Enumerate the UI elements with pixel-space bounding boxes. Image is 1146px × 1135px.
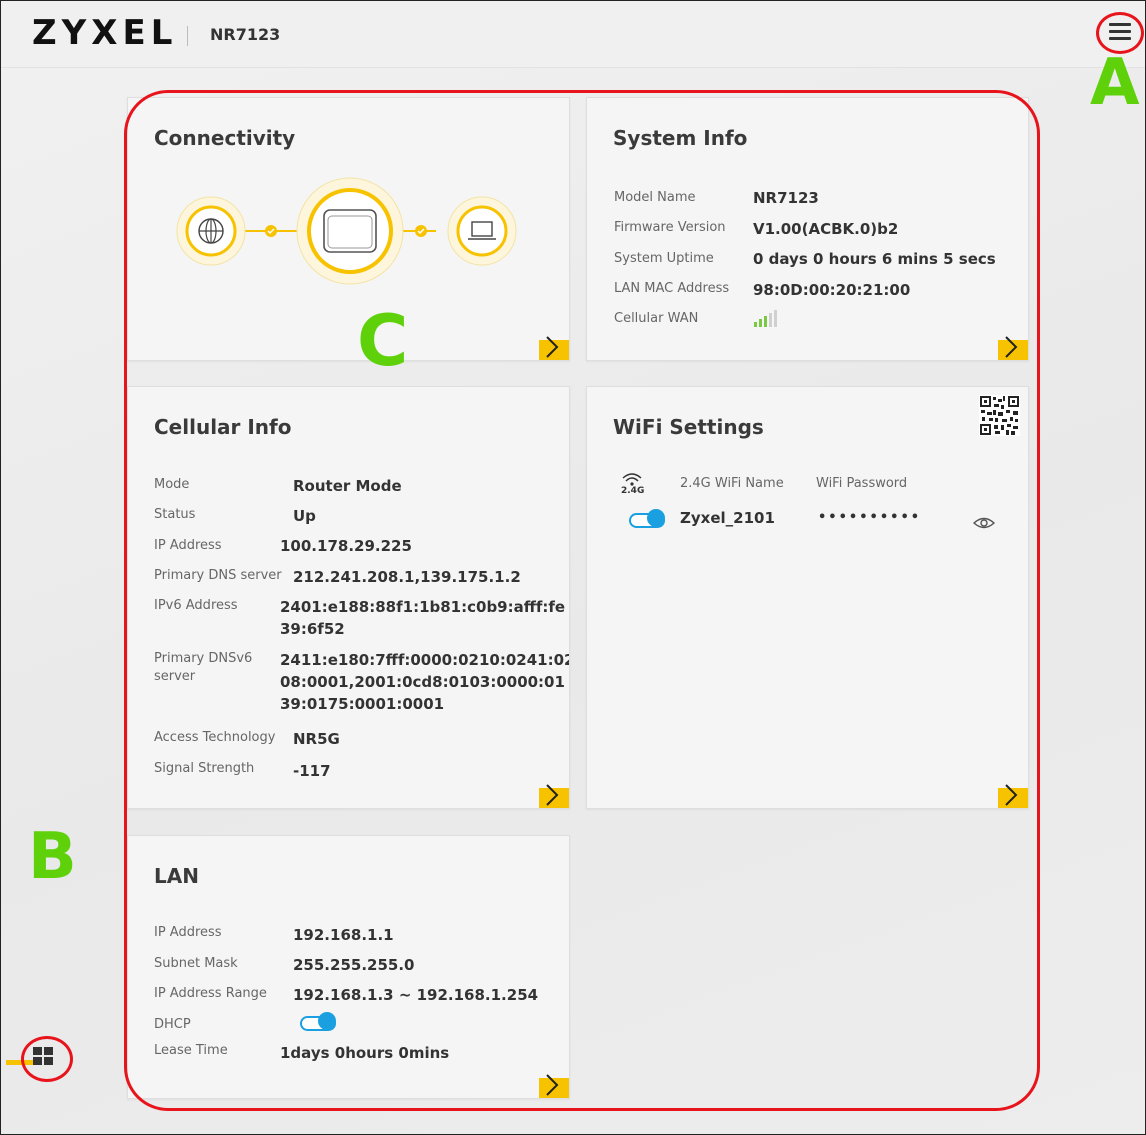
dhcp-toggle[interactable] [300,1012,336,1031]
chevron-right-icon [546,336,559,358]
primary-dns-value: 212.241.208.1,139.175.1.2 [293,568,521,586]
check-icon [415,225,427,237]
firmware-label: Firmware Version [614,220,726,235]
lease-time-label: Lease Time [154,1043,228,1058]
lease-time-value: 1days 0hours 0mins [280,1044,450,1062]
uptime-label: System Uptime [614,251,714,266]
ipv6-address-value: 2401:e188:88f1:1b81:c0b9:afff:fe 39:6f52 [280,598,566,638]
access-technology-label: Access Technology [154,730,276,745]
wifi-enable-toggle[interactable] [629,509,665,528]
system-info-more-button[interactable] [996,336,1028,360]
connectivity-card: Connectivity [127,97,570,361]
lan-card: LAN IP Address 192.168.1.1 Subnet Mask 2… [127,835,570,1099]
chevron-right-icon [1005,336,1018,358]
status-value: Up [293,507,316,525]
cellular-wan-label: Cellular WAN [614,311,699,326]
wifi-settings-more-button[interactable] [996,784,1028,808]
ip-address-value: 100.178.29.225 [280,537,412,555]
firmware-value: V1.00(ACBK.0)b2 [753,220,899,238]
ipv6-address-label: IPv6 Address [154,598,238,613]
card-title: Cellular Info [154,415,292,439]
connectivity-diagram [176,177,517,285]
mode-value: Router Mode [293,477,402,495]
signal-strength-value: -117 [293,762,331,780]
card-title: WiFi Settings [613,415,764,439]
uptime-value: 0 days 0 hours 6 mins 5 secs [753,250,996,268]
primary-dns-label: Primary DNS server [154,568,282,583]
qr-code-icon[interactable] [979,395,1020,436]
chevron-right-icon [1005,784,1018,806]
brand-logo: ZYXEL [32,13,178,53]
ip-address-label: IP Address [154,538,222,553]
header-divider [187,26,188,46]
lan-mac-label: LAN MAC Address [614,281,730,296]
mode-label: Mode [154,477,190,492]
signal-bars-icon [754,310,777,327]
status-label: Status [154,507,196,522]
cellular-info-more-button[interactable] [537,784,569,808]
subnet-mask-label: Subnet Mask [154,956,238,971]
cellular-info-card: Cellular Info Mode Router Mode Status Up… [127,386,570,809]
system-info-card: System Info Model Name NR7123 Firmware V… [586,97,1029,361]
card-title: LAN [154,864,199,888]
wifi-settings-card: WiFi Settings 2.4G 2.4G WiFi Name WiFi P… [586,386,1029,809]
wifi-password-value: •••••••••• [818,510,922,525]
access-technology-value: NR5G [293,730,340,748]
wifi-icon [622,473,642,486]
lan-mac-value: 98:0D:00:20:21:00 [753,281,911,299]
subnet-mask-value: 255.255.255.0 [293,956,415,974]
connectivity-more-button[interactable] [537,336,569,360]
router-icon [296,177,404,285]
laptop-icon [447,196,517,266]
eye-icon[interactable] [973,516,995,530]
wifi-name-value: Zyxel_2101 [680,509,775,527]
signal-strength-label: Signal Strength [154,761,255,776]
model-name-value: NR7123 [753,189,819,207]
top-header: ZYXEL NR7123 [1,1,1145,68]
chevron-right-icon [546,784,559,806]
dhcp-label: DHCP [154,1017,191,1032]
model-name-label: Model Name [614,190,696,205]
check-icon [265,225,277,237]
model-name: NR7123 [210,25,281,44]
callout-b-label: B [28,820,77,894]
globe-icon [176,196,246,266]
chevron-right-icon [546,1074,559,1096]
ip-address-range-value: 192.168.1.3 ~ 192.168.1.254 [293,986,539,1004]
wifi-password-header: WiFi Password [816,476,908,491]
lan-ip-address-label: IP Address [154,925,222,940]
card-title: System Info [613,126,748,150]
dashboard-grid-icon[interactable] [33,1047,53,1065]
primary-dnsv6-value: 2411:e180:7fff:0000:0210:0241:02 08:0001… [280,651,570,713]
callout-c-label: C [357,300,409,382]
lan-more-button[interactable] [537,1074,569,1098]
ip-address-range-label: IP Address Range [154,986,267,1001]
primary-dnsv6-label: Primary DNSv6 server [154,651,253,684]
band-badge: 2.4G [621,486,645,496]
callout-a-label: A [1090,46,1140,120]
wifi-name-header: 2.4G WiFi Name [680,476,784,491]
lan-ip-address-value: 192.168.1.1 [293,926,394,944]
